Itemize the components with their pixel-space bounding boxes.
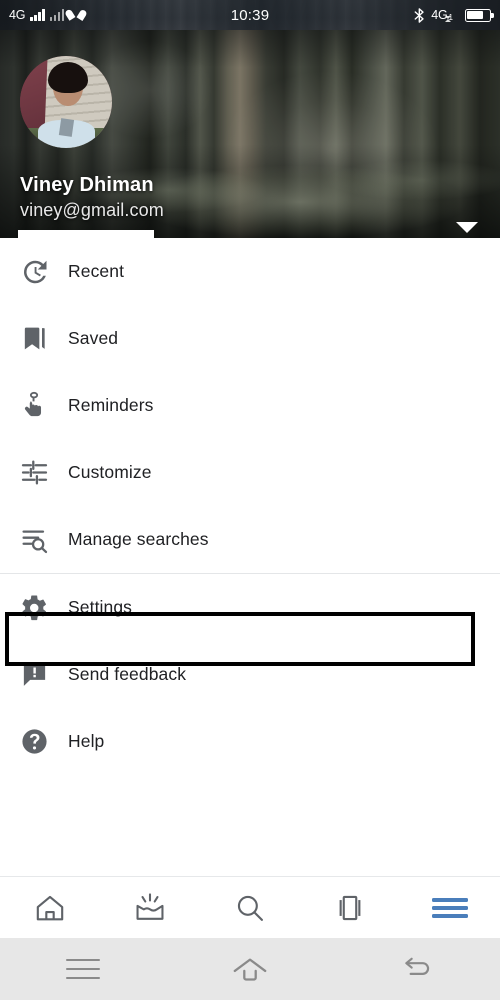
finger-string-icon xyxy=(0,391,68,420)
menu-item-recent[interactable]: Recent xyxy=(0,238,500,305)
menu-item-label: Settings xyxy=(68,597,133,617)
app-screen: 4G 10:39 4G 1 Viney Dhiman viney@gmail.c… xyxy=(0,0,500,1000)
menu-item-help[interactable]: Help xyxy=(0,708,500,775)
home-outline-icon xyxy=(233,958,267,981)
menu-item-manage-searches[interactable]: Manage searches xyxy=(0,506,500,573)
bottom-nav-bar xyxy=(0,876,500,938)
system-nav-back[interactable] xyxy=(333,938,500,1000)
back-arrow-icon xyxy=(404,957,429,975)
gear-icon xyxy=(0,593,68,623)
menu-item-send-feedback[interactable]: Send feedback xyxy=(0,641,500,708)
bottom-nav-updates[interactable] xyxy=(100,877,200,938)
menu-item-label: Recent xyxy=(68,261,125,281)
menu-item-label: Help xyxy=(68,731,105,751)
search-icon xyxy=(237,895,263,921)
menu-item-customize[interactable]: Customize xyxy=(0,439,500,506)
home-icon xyxy=(36,895,64,920)
system-navigation-bar xyxy=(0,938,500,1000)
status-bar: 4G 10:39 4G 1 xyxy=(0,0,500,30)
menu-item-label: Customize xyxy=(68,462,152,482)
sliders-icon xyxy=(0,458,68,487)
bluetooth-icon xyxy=(414,7,424,23)
chevron-down-icon[interactable] xyxy=(456,222,478,233)
system-nav-home[interactable] xyxy=(167,938,334,1000)
help-circle-icon xyxy=(0,727,68,756)
menu-item-saved[interactable]: Saved xyxy=(0,305,500,372)
menu-item-label: Manage searches xyxy=(68,529,209,549)
email-redaction-bar xyxy=(18,230,154,238)
navigation-drawer-menu: Recent Saved Reminders Customize Manage … xyxy=(0,238,500,775)
menu-item-label: Send feedback xyxy=(68,664,187,684)
bottom-nav-home[interactable] xyxy=(0,877,100,938)
profile-email: viney@gmail.com xyxy=(20,200,164,220)
menu-item-label: Saved xyxy=(68,328,119,348)
hamburger-icon xyxy=(432,897,468,918)
list-search-icon xyxy=(0,525,68,554)
battery-icon xyxy=(465,8,494,22)
profile-name: Viney Dhiman xyxy=(20,174,154,196)
bottom-nav-search[interactable] xyxy=(200,877,300,938)
inbox-rays-icon xyxy=(136,892,164,920)
cards-stack-icon xyxy=(339,895,361,920)
recents-menu-icon xyxy=(66,959,101,979)
feedback-bubble-icon xyxy=(0,660,68,689)
bookmark-icon xyxy=(0,324,68,353)
menu-item-label: Reminders xyxy=(68,395,154,415)
bottom-nav-more[interactable] xyxy=(400,877,500,938)
status-bar-right: 4G 1 xyxy=(414,7,500,23)
avatar[interactable] xyxy=(20,56,112,148)
system-nav-recents[interactable] xyxy=(0,938,167,1000)
account-header[interactable]: Viney Dhiman viney@gmail.com xyxy=(0,30,500,238)
bottom-nav-collections[interactable] xyxy=(300,877,400,938)
menu-item-settings[interactable]: Settings xyxy=(0,574,500,641)
history-clock-icon xyxy=(0,257,68,287)
menu-item-reminders[interactable]: Reminders xyxy=(0,372,500,439)
